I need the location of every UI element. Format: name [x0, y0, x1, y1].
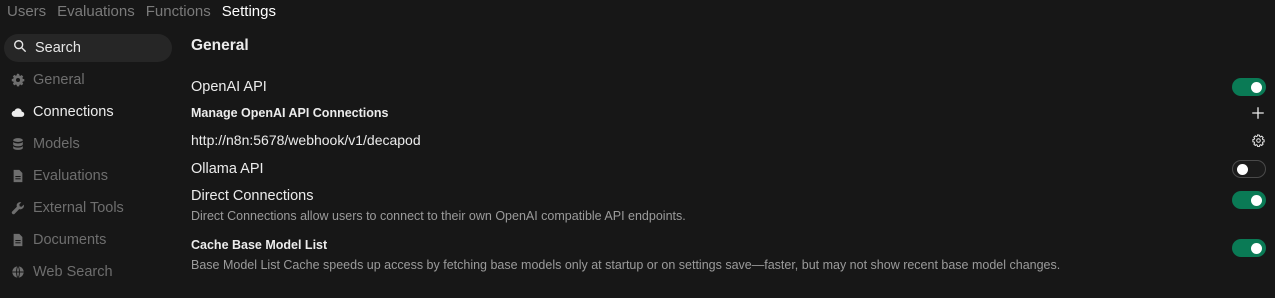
cache-base-model-description: Base Model List Cache speeds up access b… [191, 258, 1061, 272]
openai-api-label: OpenAI API [191, 79, 267, 95]
document-icon [10, 232, 26, 248]
direct-connections-label: Direct Connections [191, 188, 314, 204]
tab-users[interactable]: Users [7, 0, 46, 24]
sidebar-item-label: External Tools [33, 200, 124, 216]
sidebar-item-models[interactable]: Models [4, 128, 172, 160]
tab-settings[interactable]: Settings [222, 0, 276, 24]
ollama-api-toggle[interactable] [1232, 160, 1266, 178]
direct-connections-description: Direct Connections allow users to connec… [191, 209, 686, 223]
manage-openai-label: Manage OpenAI API Connections [191, 106, 389, 120]
manage-openai-row: Manage OpenAI API Connections [191, 100, 1266, 126]
tab-functions[interactable]: Functions [146, 0, 211, 24]
search-icon [13, 39, 27, 58]
toggle-knob [1251, 81, 1262, 93]
sidebar-item-label: General [33, 72, 85, 88]
sidebar-item-label: Connections [33, 104, 114, 120]
sidebar-item-evaluations[interactable]: Evaluations [4, 160, 172, 192]
sidebar-item-web-search[interactable]: Web Search [4, 256, 172, 288]
cache-base-model-label: Cache Base Model List [191, 238, 328, 252]
openai-api-toggle[interactable] [1232, 78, 1266, 96]
direct-connections-toggle[interactable] [1232, 191, 1266, 209]
sidebar-item-label: Documents [33, 232, 107, 248]
add-connection-button[interactable] [1250, 105, 1266, 121]
ollama-api-row: Ollama API [191, 154, 1266, 184]
openai-api-row: OpenAI API [191, 74, 1266, 100]
cache-base-model-toggle[interactable] [1232, 239, 1266, 257]
gear-icon [1251, 133, 1265, 147]
gear-icon [10, 72, 26, 88]
settings-sidebar: Search General Connections Models Evalua… [4, 34, 172, 288]
sidebar-item-general[interactable]: General [4, 64, 172, 96]
sidebar-item-external-tools[interactable]: External Tools [4, 192, 172, 224]
globe-icon [10, 264, 26, 280]
sidebar-item-label: Models [33, 136, 80, 152]
search-placeholder: Search [35, 40, 81, 56]
connection-url: http://n8n:5678/webhook/v1/decapod [191, 132, 421, 148]
sidebar-item-connections[interactable]: Connections [4, 96, 172, 128]
ollama-api-label: Ollama API [191, 161, 264, 177]
top-nav: Users Evaluations Functions Settings [0, 0, 287, 24]
sidebar-item-label: Web Search [33, 264, 113, 280]
sidebar-item-label: Evaluations [33, 168, 108, 184]
toggle-knob [1251, 194, 1262, 206]
toggle-knob [1251, 242, 1262, 254]
database-icon [10, 136, 26, 152]
toggle-knob [1237, 163, 1248, 175]
direct-connections-row: Direct Connections Direct Connections al… [191, 184, 1266, 228]
document-icon [10, 168, 26, 184]
search-input[interactable]: Search [4, 34, 172, 62]
cache-base-model-row: Cache Base Model List Base Model List Ca… [191, 232, 1266, 274]
connection-row: http://n8n:5678/webhook/v1/decapod [191, 126, 1266, 154]
sidebar-item-documents[interactable]: Documents [4, 224, 172, 256]
tab-evaluations[interactable]: Evaluations [57, 0, 135, 24]
settings-panel: General OpenAI API Manage OpenAI API Con… [191, 34, 1266, 274]
plus-icon [1252, 107, 1264, 119]
wrench-icon [10, 200, 26, 216]
cloud-icon [10, 104, 26, 120]
connection-settings-button[interactable] [1250, 132, 1266, 148]
page-title: General [191, 37, 249, 54]
